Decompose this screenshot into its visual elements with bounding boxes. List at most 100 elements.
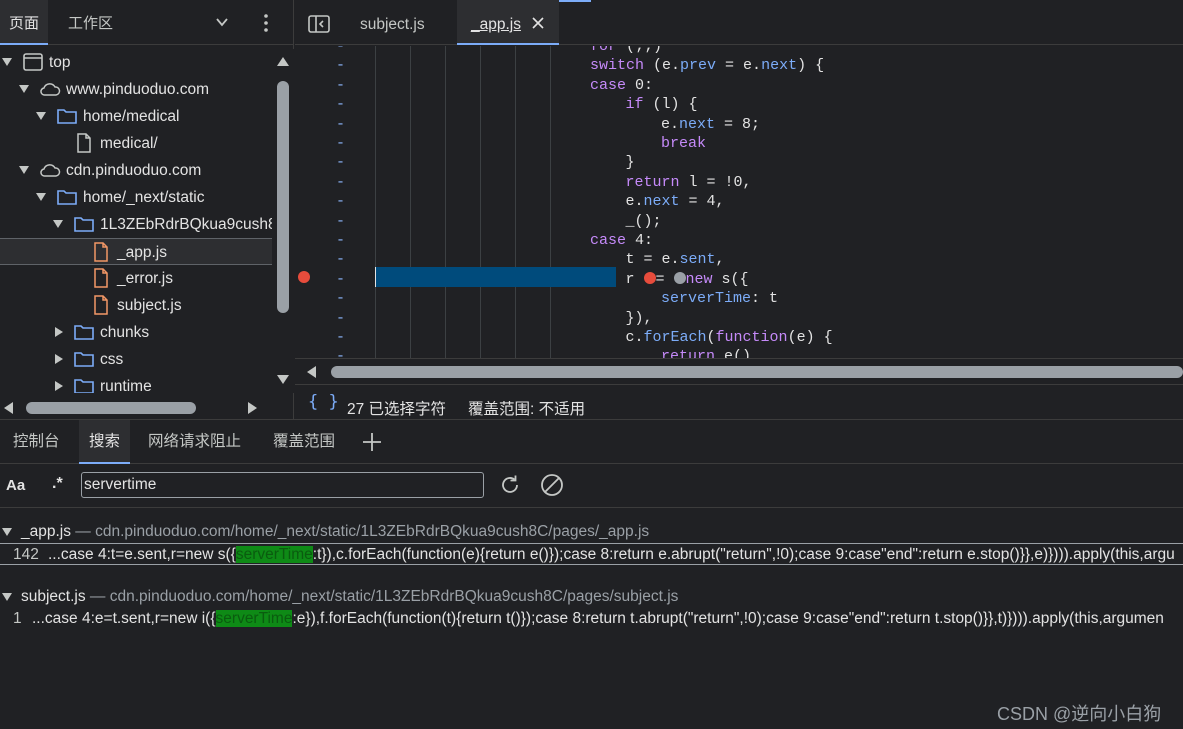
collapsed-arrow-icon[interactable]	[55, 381, 63, 391]
expanded-arrow-icon[interactable]	[2, 58, 12, 66]
tab-subject-js[interactable]: subject.js	[360, 0, 425, 45]
gutter-marker[interactable]: -	[336, 193, 345, 210]
tree-item-label: css	[100, 351, 124, 368]
tree-item[interactable]: www.pinduoduo.com	[0, 76, 272, 103]
code-token: 4:	[626, 232, 654, 249]
tree-item[interactable]: 1L3ZEbRdrBQkua9cush8C	[0, 211, 272, 238]
expanded-arrow-icon[interactable]	[19, 166, 29, 174]
tab-workspace[interactable]: 工作区	[68, 0, 113, 45]
gutter-marker[interactable]: -	[336, 348, 345, 358]
gutter-marker[interactable]: -	[336, 135, 345, 152]
gutter-marker[interactable]: -	[336, 232, 345, 249]
gutter-marker[interactable]: -	[336, 154, 345, 171]
tree-item[interactable]: subject.js	[0, 292, 272, 319]
tab-app-js[interactable]: _app.js	[457, 0, 559, 45]
tab-coverage[interactable]: 覆盖范围	[273, 420, 335, 464]
regex-toggle[interactable]: .*	[52, 475, 63, 493]
gutter-marker[interactable]: -	[336, 57, 345, 74]
code-property: sent	[679, 251, 716, 269]
tree-item[interactable]: medical/	[0, 130, 272, 157]
snippet-before: ...case 4:e=t.sent,r=new i({	[32, 610, 216, 627]
result-match-row[interactable]: 1 ...case 4:e=t.sent,r=new i({serverTime:…	[0, 608, 1183, 630]
scroll-left-icon[interactable]	[307, 366, 316, 378]
gutter-marker[interactable]: -	[336, 116, 345, 133]
gutter-marker[interactable]: -	[336, 46, 345, 55]
gutter-marker[interactable]: -	[336, 213, 345, 230]
tree-item[interactable]: cdn.pinduoduo.com	[0, 157, 272, 184]
cloud-icon	[39, 160, 61, 180]
tab-search[interactable]: 搜索	[79, 420, 131, 464]
tab-page[interactable]: 页面	[0, 0, 48, 45]
expanded-arrow-icon[interactable]	[36, 193, 46, 201]
match-case-toggle[interactable]: Aa	[6, 477, 25, 494]
scrollbar-thumb[interactable]	[331, 366, 1183, 378]
code-line: - t = e.sent,	[295, 251, 1183, 270]
more-options-icon[interactable]	[258, 13, 274, 33]
code-token: e.	[661, 115, 680, 133]
expanded-arrow-icon[interactable]	[2, 593, 12, 601]
code-token: (l) {	[643, 96, 698, 114]
code-token: =	[655, 270, 674, 288]
tree-horizontal-scrollbar[interactable]	[0, 397, 272, 419]
tree-item[interactable]: _app.js	[0, 238, 272, 265]
result-match-row[interactable]: 142 ...case 4:t=e.sent,r=new s({serverTim…	[0, 543, 1183, 565]
code-token: ) {	[797, 57, 825, 75]
tree-item[interactable]: home/_next/static	[0, 184, 272, 211]
scrollbar-thumb[interactable]	[277, 81, 289, 313]
tree-item[interactable]: runtime	[0, 373, 272, 393]
gutter-marker[interactable]: -	[336, 310, 345, 327]
code-text: switch (e.prev = e.next) {	[590, 57, 824, 74]
code-text: serverTime: t	[661, 290, 778, 307]
scroll-right-icon[interactable]	[248, 402, 257, 414]
code-line: - break	[295, 135, 1183, 154]
toggle-navigator-icon[interactable]	[308, 15, 330, 33]
code-token: (;;)	[617, 46, 663, 55]
chevron-down-icon[interactable]	[214, 14, 230, 30]
code-keyword: new	[685, 270, 713, 288]
close-icon[interactable]	[531, 16, 545, 30]
tab-network-request-blocking[interactable]: 网络请求阻止	[148, 420, 241, 464]
inline-breakpoint-icon[interactable]	[643, 271, 656, 284]
tree-item[interactable]: css	[0, 346, 272, 373]
result-file-header[interactable]: _app.js — cdn.pinduoduo.com/home/_next/s…	[0, 521, 1183, 543]
gutter-marker[interactable]: -	[336, 77, 345, 94]
expanded-arrow-icon[interactable]	[36, 112, 46, 120]
tree-item[interactable]: top	[0, 49, 272, 76]
gutter-marker[interactable]: -	[336, 271, 345, 288]
tree-item[interactable]: home/medical	[0, 103, 272, 130]
code-view[interactable]: - for (;;) - switch (e.prev = e.next) {- cas…	[295, 46, 1183, 358]
code-line: - switch (e.prev = e.next) {	[295, 57, 1183, 76]
refresh-icon[interactable]	[498, 473, 522, 497]
gutter-marker[interactable]: -	[336, 96, 345, 113]
tree-item[interactable]: chunks	[0, 319, 272, 346]
expanded-arrow-icon[interactable]	[2, 528, 12, 536]
code-token: = 4,	[679, 193, 725, 211]
scroll-left-icon[interactable]	[4, 402, 13, 414]
tree-vertical-scrollbar[interactable]	[272, 49, 294, 393]
scroll-down-icon[interactable]	[277, 375, 289, 384]
collapsed-arrow-icon[interactable]	[55, 354, 63, 364]
gutter-marker[interactable]: -	[336, 251, 345, 268]
search-input[interactable]	[81, 472, 484, 498]
code-line: - r = new s({	[295, 271, 1183, 290]
expanded-arrow-icon[interactable]	[53, 220, 63, 228]
code-line: - return e()	[295, 348, 1183, 358]
editor-horizontal-scrollbar[interactable]	[295, 358, 1183, 384]
scroll-up-icon[interactable]	[277, 57, 289, 66]
scrollbar-thumb[interactable]	[26, 402, 196, 414]
tab-console[interactable]: 控制台	[13, 420, 60, 464]
inline-breakpoint-icon[interactable]	[673, 271, 686, 284]
gutter-marker[interactable]: -	[336, 329, 345, 346]
result-file-name: _app.js	[21, 523, 71, 540]
pretty-print-icon[interactable]: { }	[308, 392, 339, 412]
add-tab-icon[interactable]	[362, 432, 382, 452]
gutter-marker[interactable]: -	[336, 290, 345, 307]
gutter-marker[interactable]: -	[336, 174, 345, 191]
expanded-arrow-icon[interactable]	[19, 85, 29, 93]
code-token: 0:	[626, 76, 654, 94]
clear-icon[interactable]	[540, 473, 564, 497]
collapsed-arrow-icon[interactable]	[55, 327, 63, 337]
code-line: - c.forEach(function(e) {	[295, 329, 1183, 348]
tree-item[interactable]: _error.js	[0, 265, 272, 292]
result-file-header[interactable]: subject.js — cdn.pinduoduo.com/home/_nex…	[0, 586, 1183, 608]
